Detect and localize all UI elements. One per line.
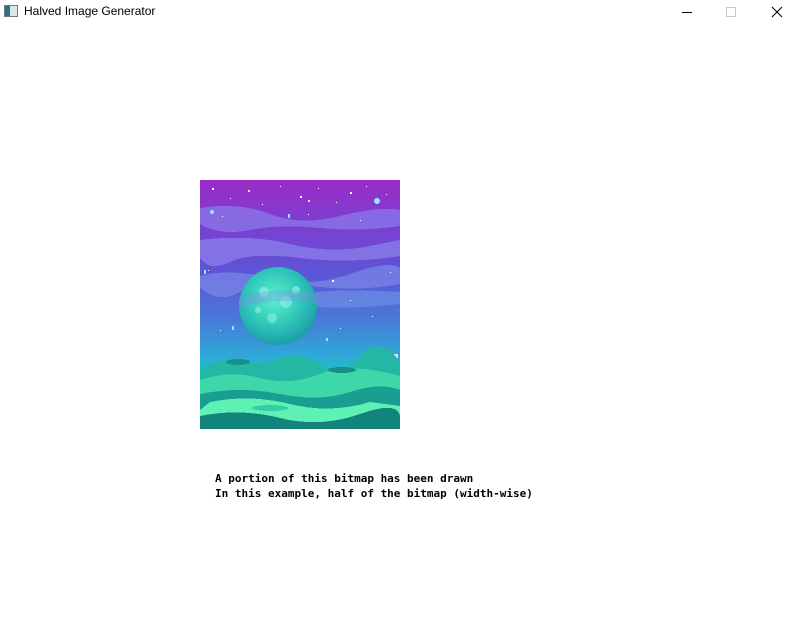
bitmap-image bbox=[200, 180, 400, 429]
app-icon bbox=[4, 5, 18, 17]
close-button[interactable] bbox=[754, 0, 800, 25]
maximize-icon bbox=[726, 7, 736, 17]
space-planet-bitmap bbox=[200, 180, 400, 429]
close-icon bbox=[771, 6, 783, 18]
minimize-button[interactable] bbox=[664, 0, 710, 25]
maximize-button[interactable] bbox=[708, 0, 754, 25]
window-title: Halved Image Generator bbox=[24, 4, 156, 18]
caption-line-2: In this example, half of the bitmap (wid… bbox=[215, 487, 533, 500]
minimize-icon bbox=[682, 12, 692, 13]
caption-line-1: A portion of this bitmap has been drawn bbox=[215, 472, 474, 485]
title-bar: Halved Image Generator bbox=[0, 0, 800, 25]
drawing-canvas bbox=[0, 25, 800, 625]
